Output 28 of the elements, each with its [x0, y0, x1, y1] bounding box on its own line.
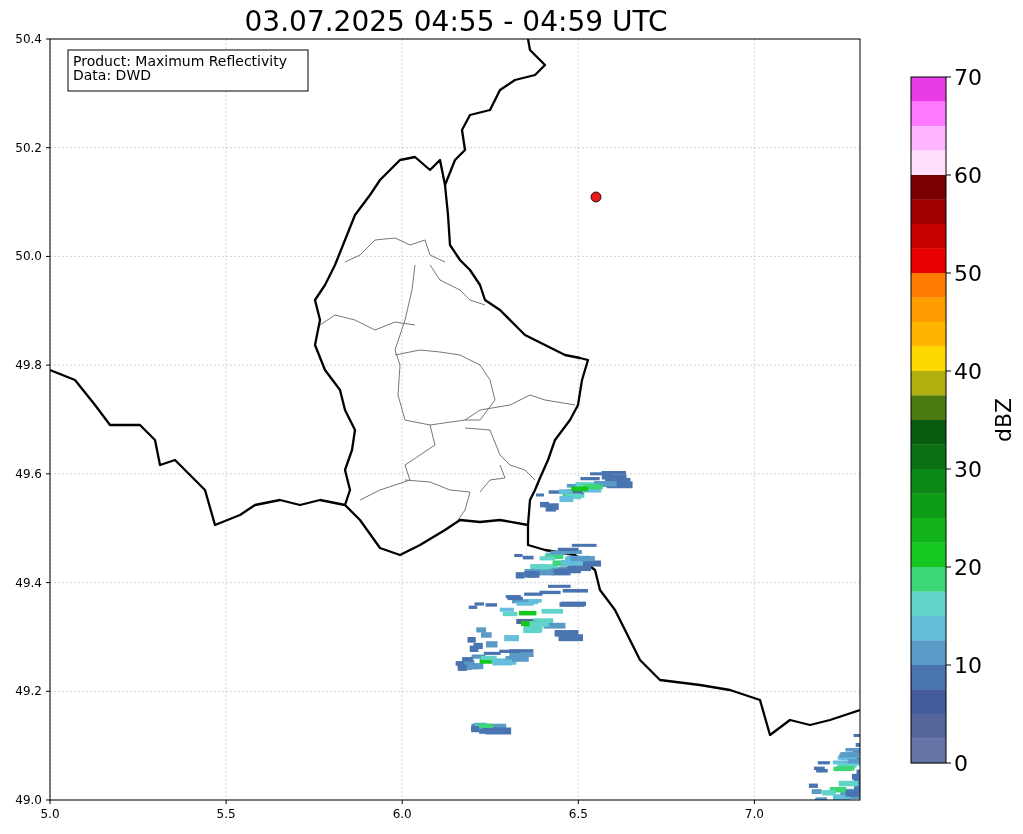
location-marker	[590, 191, 602, 203]
colorbar-tick-label: 50	[954, 261, 982, 286]
axis-tick-label: 6.5	[568, 807, 588, 821]
axis-tick-label: 49.6	[15, 466, 42, 481]
chart-title: 03.07.2025 04:55 - 04:59 UTC	[244, 5, 668, 38]
axis-tick-label: 50.4	[15, 32, 42, 46]
axis-tick-label: 5.0	[40, 807, 60, 821]
info-text: Product: Maximum Reflectivity	[73, 53, 287, 69]
axis-tick-label: 5.5	[216, 807, 236, 821]
colorbar-tick-label: 20	[954, 555, 982, 580]
axis-tick-label: 49.8	[15, 358, 42, 373]
axis-tick-label: 6.0	[392, 807, 412, 821]
info-text: Data: DWD	[73, 67, 151, 83]
colorbar-tick-label: 40	[954, 359, 982, 384]
colorbar-label: dBZ	[991, 397, 1016, 443]
colorbar-tick-label: 0	[954, 751, 968, 776]
axis-tick-label: 50.2	[15, 140, 42, 155]
colorbar-tick-label: 70	[954, 65, 982, 90]
axis-tick-label: 49.4	[15, 575, 42, 590]
colorbar-tick-label: 60	[954, 163, 982, 188]
radar-echo	[471, 722, 512, 735]
colorbar-tick-label: 10	[954, 653, 982, 678]
axis-tick-label: 50.0	[15, 249, 42, 264]
axis-tick-label: 49.0	[15, 793, 42, 807]
radar-echo	[808, 733, 860, 800]
axis-tick-label: 7.0	[744, 807, 764, 821]
axis-tick-label: 49.2	[15, 684, 42, 699]
colorbar-tick-label: 30	[954, 457, 982, 482]
